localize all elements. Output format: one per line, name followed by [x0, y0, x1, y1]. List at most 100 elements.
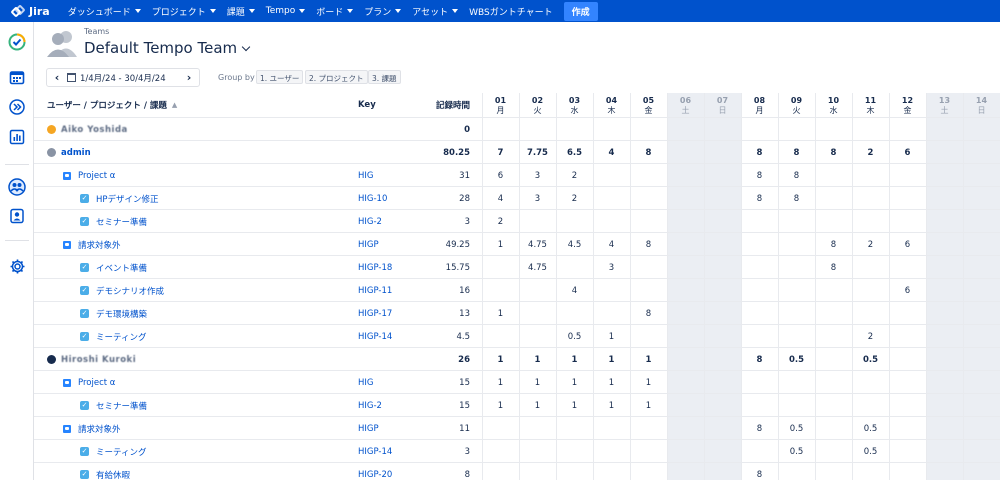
day-cell[interactable]	[926, 463, 963, 480]
day-cell[interactable]	[889, 394, 926, 417]
day-cell[interactable]	[593, 187, 630, 210]
project-row[interactable]: Project α HIG 31 6 3 2 8 8	[34, 164, 1000, 187]
day-cell[interactable]: 0.5	[778, 348, 815, 371]
day-cell[interactable]	[963, 371, 1000, 394]
day-cell[interactable]	[482, 256, 519, 279]
task-name-cell[interactable]: ✓ デモシナリオ作成	[80, 279, 164, 302]
day-cell[interactable]	[815, 187, 852, 210]
day-cell[interactable]	[926, 118, 963, 141]
tempo-check-icon[interactable]	[8, 33, 26, 51]
day-cell[interactable]: 8	[741, 164, 778, 187]
day-cell[interactable]	[963, 394, 1000, 417]
day-cell[interactable]	[815, 118, 852, 141]
task-row[interactable]: ✓ デモシナリオ作成 HIGP-11 16 4 6	[34, 279, 1000, 302]
day-cell[interactable]	[926, 256, 963, 279]
day-cell[interactable]	[556, 210, 593, 233]
day-cell[interactable]	[963, 141, 1000, 164]
nav-dashboards[interactable]: ダッシュボード	[68, 5, 141, 18]
day-cell[interactable]	[630, 463, 667, 480]
day-cell[interactable]: 1	[482, 371, 519, 394]
task-name-cell[interactable]: ✓ HPデザイン修正	[80, 187, 159, 210]
nav-assets[interactable]: アセット	[412, 5, 459, 18]
day-cell[interactable]	[852, 256, 889, 279]
day-cell[interactable]	[519, 302, 556, 325]
project-row[interactable]: 請求対象外 HIGP 49.25 1 4.75 4.5 4 8 8 2 6	[34, 233, 1000, 256]
day-cell[interactable]	[667, 164, 704, 187]
user-name-cell[interactable]: Aiko Yoshida	[47, 118, 128, 141]
day-cell[interactable]	[815, 394, 852, 417]
day-cell[interactable]	[926, 440, 963, 463]
issue-key[interactable]: HIG-10	[358, 187, 387, 210]
day-cell[interactable]	[519, 118, 556, 141]
day-cell[interactable]	[482, 325, 519, 348]
day-cell[interactable]: 7	[482, 141, 519, 164]
day-cell[interactable]	[741, 394, 778, 417]
task-name-cell[interactable]: ✓ ミーティング	[80, 440, 147, 463]
issue-key[interactable]: HIG	[358, 371, 374, 394]
day-cell[interactable]: 8	[778, 164, 815, 187]
day-cell[interactable]	[704, 141, 741, 164]
day-cell[interactable]	[815, 210, 852, 233]
day-cell[interactable]: 6.5	[556, 141, 593, 164]
day-cell[interactable]	[482, 279, 519, 302]
issue-key[interactable]: HIGP	[358, 417, 379, 440]
day-cell[interactable]	[519, 325, 556, 348]
day-cell[interactable]	[704, 463, 741, 480]
day-cell[interactable]	[778, 371, 815, 394]
task-row[interactable]: ✓ ミーティング HIGP-14 3 0.5 0.5	[34, 440, 1000, 463]
day-cell[interactable]	[926, 164, 963, 187]
day-cell[interactable]: 1	[593, 371, 630, 394]
day-cell[interactable]	[704, 118, 741, 141]
day-cell[interactable]	[704, 210, 741, 233]
day-cell[interactable]	[630, 325, 667, 348]
day-cell[interactable]: 4	[482, 187, 519, 210]
day-cell[interactable]: 0.5	[778, 417, 815, 440]
day-cell[interactable]	[852, 118, 889, 141]
day-cell[interactable]	[593, 440, 630, 463]
day-cell[interactable]	[852, 164, 889, 187]
day-cell[interactable]	[815, 463, 852, 480]
task-row[interactable]: ✓ ミーティング HIGP-14 4.5 0.5 1 2	[34, 325, 1000, 348]
day-cell[interactable]	[519, 440, 556, 463]
day-cell[interactable]	[519, 417, 556, 440]
day-cell[interactable]	[815, 417, 852, 440]
day-cell[interactable]	[778, 463, 815, 480]
day-cell[interactable]: 8	[815, 141, 852, 164]
day-cell[interactable]	[926, 394, 963, 417]
user-profile-icon[interactable]	[8, 207, 26, 225]
day-cell[interactable]	[926, 348, 963, 371]
day-cell[interactable]	[815, 348, 852, 371]
day-cell[interactable]	[593, 302, 630, 325]
day-cell[interactable]	[889, 348, 926, 371]
day-cell[interactable]: 1	[593, 394, 630, 417]
issue-key[interactable]: HIGP-18	[358, 256, 392, 279]
column-header-logged[interactable]: 記録時間	[435, 93, 470, 117]
day-cell[interactable]	[926, 371, 963, 394]
day-cell[interactable]	[741, 256, 778, 279]
day-cell[interactable]	[963, 118, 1000, 141]
breadcrumb-teams[interactable]: Teams	[84, 27, 109, 36]
day-cell[interactable]	[889, 371, 926, 394]
day-cell[interactable]	[778, 325, 815, 348]
task-row[interactable]: ✓ イベント準備 HIGP-18 15.75 4.75 3 8	[34, 256, 1000, 279]
day-cell[interactable]	[963, 187, 1000, 210]
day-cell[interactable]	[704, 233, 741, 256]
day-cell[interactable]: 1	[519, 371, 556, 394]
day-cell[interactable]	[556, 440, 593, 463]
day-cell[interactable]: 1	[556, 348, 593, 371]
day-cell[interactable]	[630, 118, 667, 141]
day-cell[interactable]	[667, 302, 704, 325]
day-cell[interactable]: 1	[593, 325, 630, 348]
day-cell[interactable]	[704, 256, 741, 279]
day-cell[interactable]	[889, 187, 926, 210]
day-cell[interactable]	[704, 302, 741, 325]
day-cell[interactable]: 4.75	[519, 256, 556, 279]
day-cell[interactable]	[815, 164, 852, 187]
teams-icon[interactable]	[8, 178, 26, 196]
day-cell[interactable]: 1	[630, 371, 667, 394]
day-cell[interactable]	[889, 302, 926, 325]
user-row[interactable]: admin 80.25 7 7.75 6.5 4 8 8 8 8 2 6	[34, 141, 1000, 164]
day-cell[interactable]	[778, 210, 815, 233]
day-cell[interactable]	[741, 440, 778, 463]
day-cell[interactable]: 3	[519, 164, 556, 187]
